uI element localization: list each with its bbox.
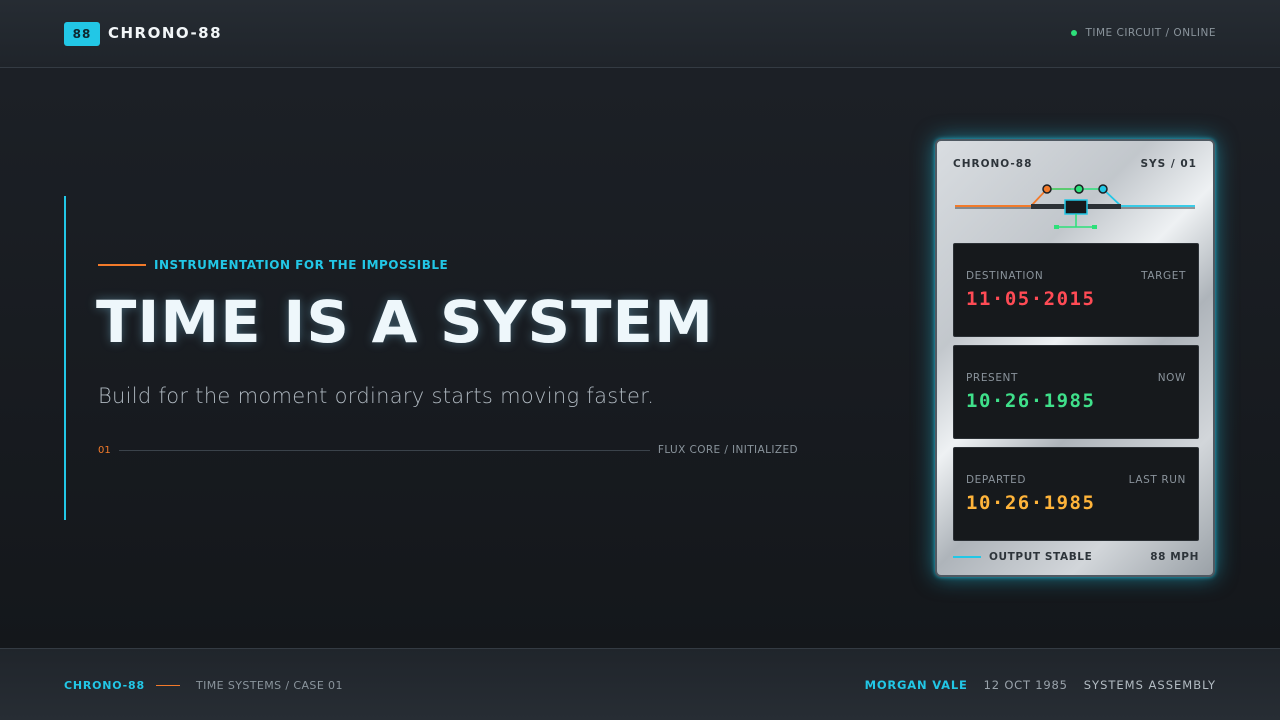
footer-date: 12 OCT 1985	[983, 678, 1068, 692]
output-status: OUTPUT STABLE	[989, 551, 1093, 563]
top-bar: 88 CHRONO-88 TIME CIRCUIT / ONLINE	[0, 0, 1280, 68]
footer-case: TIME SYSTEMS / CASE 01	[196, 679, 343, 692]
subtitle: Build for the moment ordinary starts mov…	[98, 384, 655, 408]
circuit-diagram-icon	[955, 184, 1195, 229]
device-brand: CHRONO-88	[953, 158, 1033, 170]
status-rule: 01 FLUX CORE / INITIALIZED	[98, 443, 798, 457]
brand-name[interactable]: CHRONO-88	[108, 24, 222, 42]
rule-label: FLUX CORE / INITIALIZED	[657, 444, 798, 456]
panel-label: DEPARTED	[966, 474, 1027, 486]
footer-brand[interactable]: CHRONO-88	[64, 679, 145, 692]
time-circuit-device: CHRONO-88 SYS / 01 DESTINATION TARGET 11…	[935, 139, 1215, 577]
page-title: TIME IS A SYSTEM	[96, 288, 714, 356]
eyebrow-line	[98, 264, 146, 266]
footer-divider	[156, 685, 180, 686]
hero-section: INSTRUMENTATION FOR THE IMPOSSIBLE TIME …	[0, 68, 1280, 648]
present-time-readout: 10·26·1985	[966, 390, 1096, 412]
eyebrow-text: INSTRUMENTATION FOR THE IMPOSSIBLE	[154, 258, 449, 272]
divider	[118, 449, 650, 451]
footer-credits: MORGAN VALE 12 OCT 1985 SYSTEMS ASSEMBLY	[865, 678, 1216, 692]
eyebrow: INSTRUMENTATION FOR THE IMPOSSIBLE	[98, 258, 448, 272]
panel-tag: LAST RUN	[1128, 474, 1186, 486]
footer-team: SYSTEMS ASSEMBLY	[1083, 678, 1216, 692]
bottom-bar: CHRONO-88 TIME SYSTEMS / CASE 01 MORGAN …	[0, 648, 1280, 720]
rule-number: 01	[98, 444, 111, 456]
destination-panel: DESTINATION TARGET 11·05·2015	[953, 243, 1199, 337]
status-dot-icon	[1071, 30, 1078, 36]
device-sys-label: SYS / 01	[1140, 158, 1197, 170]
departed-time-readout: 10·26·1985	[966, 492, 1096, 514]
status-text: TIME CIRCUIT / ONLINE	[1085, 27, 1216, 39]
panel-label: DESTINATION	[966, 270, 1044, 282]
time-circuit-status: TIME CIRCUIT / ONLINE	[1071, 27, 1216, 39]
panel-tag: NOW	[1157, 372, 1186, 384]
departed-panel: DEPARTED LAST RUN 10·26·1985	[953, 447, 1199, 541]
output-line	[953, 556, 981, 558]
panel-label: PRESENT	[966, 372, 1019, 384]
author-name: MORGAN VALE	[864, 678, 968, 692]
panel-tag: TARGET	[1141, 270, 1186, 282]
accent-bar	[64, 196, 66, 520]
device-footer: OUTPUT STABLE 88 MPH	[953, 550, 1199, 564]
destination-time-readout: 11·05·2015	[966, 288, 1096, 310]
speed-readout: 88 MPH	[1150, 551, 1199, 563]
logo-badge[interactable]: 88	[64, 22, 100, 46]
present-panel: PRESENT NOW 10·26·1985	[953, 345, 1199, 439]
